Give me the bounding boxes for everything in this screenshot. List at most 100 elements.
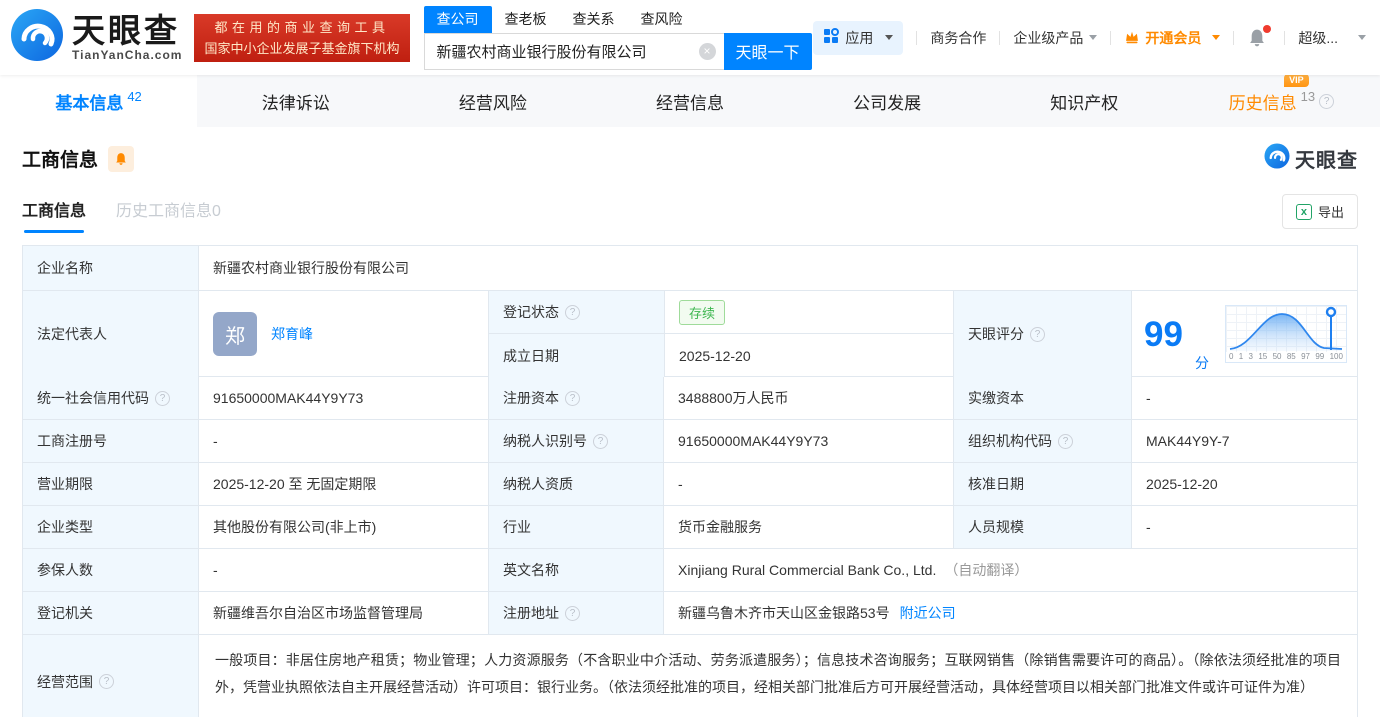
logo-subtitle: TianYanCha.com: [72, 47, 183, 62]
subtab-business-registration[interactable]: 工商信息: [22, 197, 86, 233]
field-label: 经营范围: [37, 673, 93, 690]
search-tab-relation[interactable]: 查关系: [560, 6, 628, 33]
reg-number-value: -: [198, 420, 488, 462]
table-row: 法定代表人 郑 郑育峰 登记状态 ? 存续 成立日期 2025-12-20 天眼…: [23, 290, 1357, 377]
tab-count: 13: [1300, 88, 1316, 104]
company-name-value: 新疆农村商业银行股份有限公司: [198, 246, 1357, 290]
field-label: 注册地址: [503, 605, 559, 621]
company-type-value: 其他股份有限公司(非上市): [198, 506, 488, 548]
field-label: 统一社会信用代码: [37, 390, 149, 406]
tab-intellectual-property[interactable]: 知识产权: [986, 75, 1183, 127]
open-vip-menu[interactable]: 开通会员: [1124, 28, 1221, 48]
excel-icon: x: [1295, 203, 1312, 220]
taxpayer-id-value: 91650000MAK44Y9Y73: [663, 420, 953, 462]
search-tab-company[interactable]: 查公司: [423, 5, 492, 33]
help-icon[interactable]: ?: [1058, 433, 1073, 449]
notification-bell[interactable]: [1247, 24, 1272, 48]
staff-size-value: -: [1131, 506, 1357, 548]
search-tab-boss[interactable]: 查老板: [492, 6, 560, 33]
tianyancha-logo-icon: [10, 8, 64, 67]
table-row: 企业名称 新疆农村商业银行股份有限公司: [23, 246, 1357, 290]
field-label: 企业类型: [23, 506, 198, 548]
chevron-down-icon: [1212, 35, 1221, 40]
watermark-text: 天眼查: [1295, 150, 1358, 172]
auto-translate-note: （自动翻译）: [944, 562, 1029, 578]
help-icon[interactable]: ?: [1030, 326, 1045, 342]
field-label: 登记状态: [503, 304, 559, 320]
subscribe-bell-button[interactable]: [108, 145, 135, 172]
search-tabs: 查公司 查老板 查关系 查风险: [423, 5, 812, 33]
slogan-line1: 都在用的商业查询工具: [214, 19, 390, 35]
nearby-companies-link[interactable]: 附近公司: [900, 603, 956, 623]
table-row: 统一社会信用代码 ? 91650000MAK44Y9Y73 注册资本 ? 348…: [23, 376, 1357, 419]
help-icon[interactable]: ?: [565, 304, 580, 320]
bell-icon: [116, 152, 126, 165]
reg-capital-value: 3488800万人民币: [663, 377, 953, 419]
vip-badge: VIP: [1284, 73, 1309, 87]
search-tab-risk[interactable]: 查风险: [628, 6, 696, 33]
tab-company-development[interactable]: 公司发展: [789, 75, 986, 127]
field-label: 法定代表人: [23, 291, 198, 377]
help-icon[interactable]: ?: [99, 674, 114, 689]
tianyancha-logo[interactable]: 天眼查 TianYanCha.com: [10, 8, 182, 67]
tab-operation-risk[interactable]: 经营风险: [394, 75, 591, 127]
tab-business-info[interactable]: 经营信息: [591, 75, 788, 127]
chevron-down-icon: [1089, 35, 1098, 40]
legal-rep-link[interactable]: 郑育峰: [271, 324, 313, 344]
score-marker-pin: [1325, 306, 1337, 318]
user-account-menu[interactable]: 超级...: [1298, 28, 1366, 48]
tab-history-info[interactable]: 历史信息 VIP 13 ?: [1183, 73, 1380, 127]
reg-address-value: 新疆乌鲁木齐市天山区金银路53号: [678, 605, 890, 621]
approval-date-value: 2025-12-20: [1131, 463, 1357, 505]
help-icon[interactable]: ?: [1319, 93, 1335, 109]
enterprise-products-menu[interactable]: 企业级产品: [1013, 28, 1098, 48]
crown-icon: [1124, 29, 1140, 47]
field-label: 工商注册号: [23, 420, 198, 462]
field-label: 天眼评分: [968, 326, 1024, 342]
field-label: 核准日期: [953, 463, 1131, 505]
avatar[interactable]: 郑: [213, 312, 257, 356]
search-area: 查公司 查老板 查关系 查风险 × 天眼一下: [423, 5, 812, 70]
field-label: 纳税人识别号: [503, 433, 587, 449]
logo-title: 天眼查: [72, 11, 180, 49]
clear-icon[interactable]: ×: [698, 42, 716, 60]
help-icon[interactable]: ?: [565, 605, 580, 621]
field-label: 登记机关: [23, 592, 198, 634]
table-row: 工商注册号 - 纳税人识别号 ? 91650000MAK44Y9Y73 组织机构…: [23, 419, 1357, 462]
field-label: 英文名称: [488, 549, 663, 591]
score-value: 99: [1144, 314, 1183, 354]
field-label: 实缴资本: [953, 377, 1131, 419]
search-input[interactable]: [436, 42, 699, 60]
apps-menu[interactable]: 应用: [813, 20, 904, 55]
apps-grid-icon: [823, 28, 840, 47]
apps-label: 应用: [845, 29, 874, 46]
slogan-banner: 都在用的商业查询工具 国家中小企业发展子基金旗下机构: [194, 13, 410, 62]
score-axis: 01 3 15 50 85 97 99 100: [1228, 352, 1343, 361]
field-label: 注册资本: [503, 390, 559, 406]
search-button[interactable]: 天眼一下: [723, 32, 812, 70]
insured-count-value: -: [198, 549, 488, 591]
table-row: 登记机关 新疆维吾尔自治区市场监督管理局 注册地址 ? 新疆乌鲁木齐市天山区金银…: [23, 591, 1357, 634]
section-title: 工商信息: [22, 150, 99, 171]
field-label: 人员规模: [953, 506, 1131, 548]
help-icon[interactable]: ?: [593, 433, 608, 449]
org-code-value: MAK44Y9Y-7: [1131, 420, 1357, 462]
industry-value: 货币金融服务: [663, 506, 953, 548]
field-label: 行业: [488, 506, 663, 548]
tianyan-score: 99 分 0 1 3 15 50 85 97 99 100: [1131, 291, 1357, 377]
field-label: 组织机构代码: [968, 433, 1052, 449]
reg-authority-value: 新疆维吾尔自治区市场监督管理局: [198, 592, 488, 634]
english-name-value: Xinjiang Rural Commercial Bank Co., Ltd.: [678, 562, 937, 578]
tab-basic-info[interactable]: 基本信息 42: [0, 75, 198, 127]
username: 超级...: [1298, 29, 1338, 46]
top-header: 天眼查 TianYanCha.com 都在用的商业查询工具 国家中小企业发展子基…: [0, 0, 1380, 75]
help-icon[interactable]: ?: [155, 390, 170, 406]
chevron-down-icon: [1358, 35, 1366, 40]
cooperation-link[interactable]: 商务合作: [930, 28, 986, 48]
export-button[interactable]: x 导出: [1281, 194, 1358, 229]
credit-code-value: 91650000MAK44Y9Y73: [198, 377, 488, 419]
score-unit: 分: [1194, 355, 1209, 371]
subtab-history-registration[interactable]: 历史工商信息0: [116, 197, 221, 233]
help-icon[interactable]: ?: [565, 390, 580, 406]
tab-legal-litigation[interactable]: 法律诉讼: [197, 75, 394, 127]
